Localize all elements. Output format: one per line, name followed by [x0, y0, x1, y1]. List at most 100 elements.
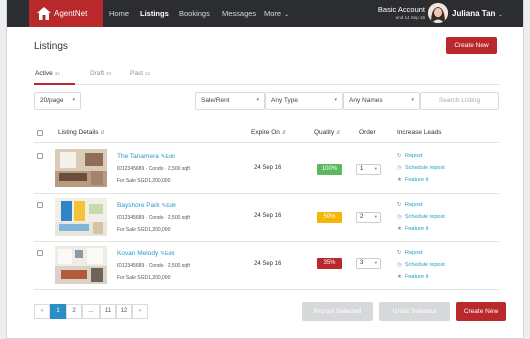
sale-rent-select[interactable]: Sale/Rent ▾	[195, 92, 265, 110]
nav-home[interactable]: Home	[109, 9, 129, 18]
row-divider	[34, 193, 499, 194]
tab-past-count: 12	[145, 71, 151, 76]
user-photo-icon	[428, 3, 448, 23]
nav-bookings[interactable]: Bookings	[179, 9, 210, 18]
create-new-button[interactable]: Create New	[446, 37, 497, 54]
edit-link[interactable]: ✎Edit	[161, 154, 175, 160]
edit-link[interactable]: ✎Edit	[160, 251, 174, 257]
brand-logo[interactable]: AgentNet	[29, 0, 103, 27]
account-info[interactable]: Basic Account end 14 Sep 16	[355, 5, 425, 20]
star-icon: ★	[397, 226, 402, 232]
header-divider	[34, 142, 499, 143]
sale-rent-value: Sale/Rent	[201, 97, 230, 104]
select-all-checkbox[interactable]	[37, 130, 43, 136]
clock-icon: ◷	[397, 262, 402, 268]
schedule-repost-link[interactable]: ◷ Schedule repost	[397, 165, 445, 171]
active-tab-indicator	[34, 83, 75, 85]
feature-it-link[interactable]: ★ Feature it	[397, 274, 428, 280]
listing-photo-icon	[55, 149, 107, 187]
listing-photo-icon	[55, 246, 107, 284]
listing-title-text: The Tanamera	[117, 153, 159, 160]
col-expire-on[interactable]: Expire On ⇵	[251, 129, 286, 136]
feature-it-link[interactable]: ★ Feature it	[397, 226, 428, 232]
listing-title[interactable]: Kovan Melody ✎Edit	[117, 250, 174, 257]
repost-link[interactable]: ↻ Repost	[397, 250, 422, 256]
repost-link[interactable]: ↻ Repost	[397, 202, 422, 208]
unlist-selected-button[interactable]: Unlist Selected	[379, 302, 450, 321]
search-input[interactable]: Search Listing	[420, 92, 499, 110]
order-select[interactable]: 1 ▾	[356, 164, 381, 175]
house-icon	[37, 7, 51, 20]
col-expire-on-label: Expire On	[251, 129, 280, 136]
pager-next[interactable]: ›	[132, 304, 148, 319]
nav-more[interactable]: More ⌄	[264, 9, 289, 18]
order-value: 1	[360, 166, 364, 172]
type-value: Any Type	[271, 97, 298, 104]
tab-past[interactable]: Past 12	[130, 70, 150, 77]
feature-it-label: Feature it	[405, 226, 429, 232]
row-checkbox[interactable]	[37, 202, 43, 208]
nav-listings[interactable]: Listings	[140, 9, 169, 18]
tab-draft[interactable]: Draft 34	[90, 70, 111, 77]
row-checkbox[interactable]	[37, 250, 43, 256]
listing-title[interactable]: Bayshore Park ✎Edit	[117, 202, 176, 209]
schedule-repost-label: Schedule repost	[405, 214, 445, 220]
order-select[interactable]: 2 ▾	[356, 212, 381, 223]
chevron-down-icon: ▾	[72, 97, 75, 103]
pager-page-1[interactable]: 1	[50, 304, 66, 319]
per-page-value: 20/page	[40, 97, 64, 104]
chevron-down-icon: ⌄	[498, 12, 503, 18]
type-select[interactable]: Any Type ▾	[265, 92, 343, 110]
chevron-down-icon: ▾	[374, 214, 377, 219]
row-divider	[34, 241, 499, 242]
tab-active[interactable]: Active 34	[35, 70, 60, 77]
col-listing-details[interactable]: Listing Details ⇵	[58, 129, 105, 136]
pager-prev[interactable]: ‹	[34, 304, 50, 319]
names-value: Any Names	[349, 97, 383, 104]
quality-badge: 50%	[317, 212, 342, 223]
chevron-down-icon: ▾	[256, 97, 259, 103]
nav-messages[interactable]: Messages	[222, 9, 256, 18]
row-checkbox[interactable]	[37, 153, 43, 159]
brand-name: AgentNet	[54, 9, 88, 18]
listing-thumbnail[interactable]	[55, 246, 107, 284]
order-select[interactable]: 3 ▾	[356, 258, 381, 269]
create-new-bottom-button[interactable]: Create New	[456, 302, 506, 321]
user-name[interactable]: Juliana Tan ⌄	[452, 9, 503, 18]
repost-icon: ↻	[397, 202, 402, 208]
feature-it-label: Feature it	[405, 177, 429, 183]
col-quality[interactable]: Quality ⇵	[314, 129, 340, 136]
feature-it-link[interactable]: ★ Feature it	[397, 177, 428, 183]
col-increase-leads: Increase Leads	[397, 129, 442, 136]
schedule-repost-label: Schedule repost	[405, 165, 445, 171]
clock-icon: ◷	[397, 165, 402, 171]
listing-meta: ID12345689 · Condo · 2,500 sqft	[117, 166, 190, 172]
pager-page-11[interactable]: 11	[100, 304, 116, 319]
clock-icon: ◷	[397, 214, 402, 220]
pager-page-12[interactable]: 12	[116, 304, 132, 319]
listing-title[interactable]: The Tanamera ✎Edit	[117, 153, 175, 160]
repost-link[interactable]: ↻ Repost	[397, 153, 422, 159]
avatar[interactable]	[428, 3, 448, 23]
repost-selected-button[interactable]: Repost Selected	[302, 302, 373, 321]
per-page-select[interactable]: 20/page ▾	[34, 92, 81, 110]
order-value: 3	[360, 260, 364, 266]
quality-badge: 35%	[317, 258, 342, 269]
names-select[interactable]: Any Names ▾	[343, 92, 420, 110]
schedule-repost-link[interactable]: ◷ Schedule repost	[397, 214, 445, 220]
pager-ellipsis: ...	[82, 304, 100, 319]
edit-link[interactable]: ✎Edit	[162, 203, 176, 209]
listing-thumbnail[interactable]	[55, 149, 107, 187]
col-order: Order	[359, 129, 376, 136]
schedule-repost-link[interactable]: ◷ Schedule repost	[397, 262, 445, 268]
listing-meta: ID12345689 · Condo · 2,500 sqft	[117, 215, 190, 221]
pager-page-2[interactable]: 2	[66, 304, 82, 319]
repost-label: Repost	[405, 202, 423, 208]
col-quality-label: Quality	[314, 129, 335, 136]
schedule-repost-label: Schedule repost	[405, 262, 445, 268]
feature-it-label: Feature it	[405, 274, 429, 280]
star-icon: ★	[397, 274, 402, 280]
listing-thumbnail[interactable]	[55, 198, 107, 236]
edit-label: Edit	[164, 251, 175, 257]
star-icon: ★	[397, 177, 402, 183]
